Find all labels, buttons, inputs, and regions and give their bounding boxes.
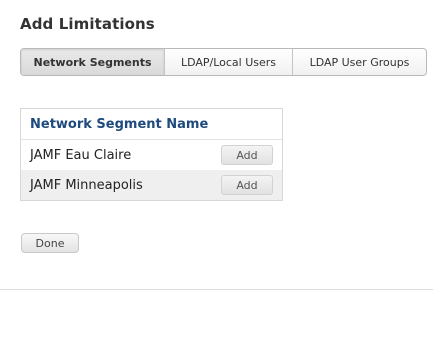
- limitation-tabs: Network Segments LDAP/Local Users LDAP U…: [20, 48, 427, 76]
- add-button[interactable]: Add: [221, 145, 273, 165]
- divider: [0, 289, 433, 290]
- segment-name: JAMF Eau Claire: [30, 147, 132, 163]
- network-segments-table: Network Segment Name JAMF Eau Claire Add…: [20, 108, 283, 201]
- segment-name: JAMF Minneapolis: [30, 177, 143, 193]
- table-row: JAMF Eau Claire Add: [21, 140, 282, 170]
- tab-network-segments[interactable]: Network Segments: [21, 49, 165, 75]
- add-limitations-panel: Add Limitations Network Segments LDAP/Lo…: [0, 0, 433, 339]
- column-header-network-segment-name: Network Segment Name: [21, 109, 282, 140]
- page-title: Add Limitations: [20, 15, 155, 33]
- tab-ldap-user-groups[interactable]: LDAP User Groups: [293, 49, 426, 75]
- done-button[interactable]: Done: [21, 233, 79, 253]
- tab-ldap-local-users[interactable]: LDAP/Local Users: [165, 49, 293, 75]
- table-row: JAMF Minneapolis Add: [21, 170, 282, 200]
- add-button[interactable]: Add: [221, 175, 273, 195]
